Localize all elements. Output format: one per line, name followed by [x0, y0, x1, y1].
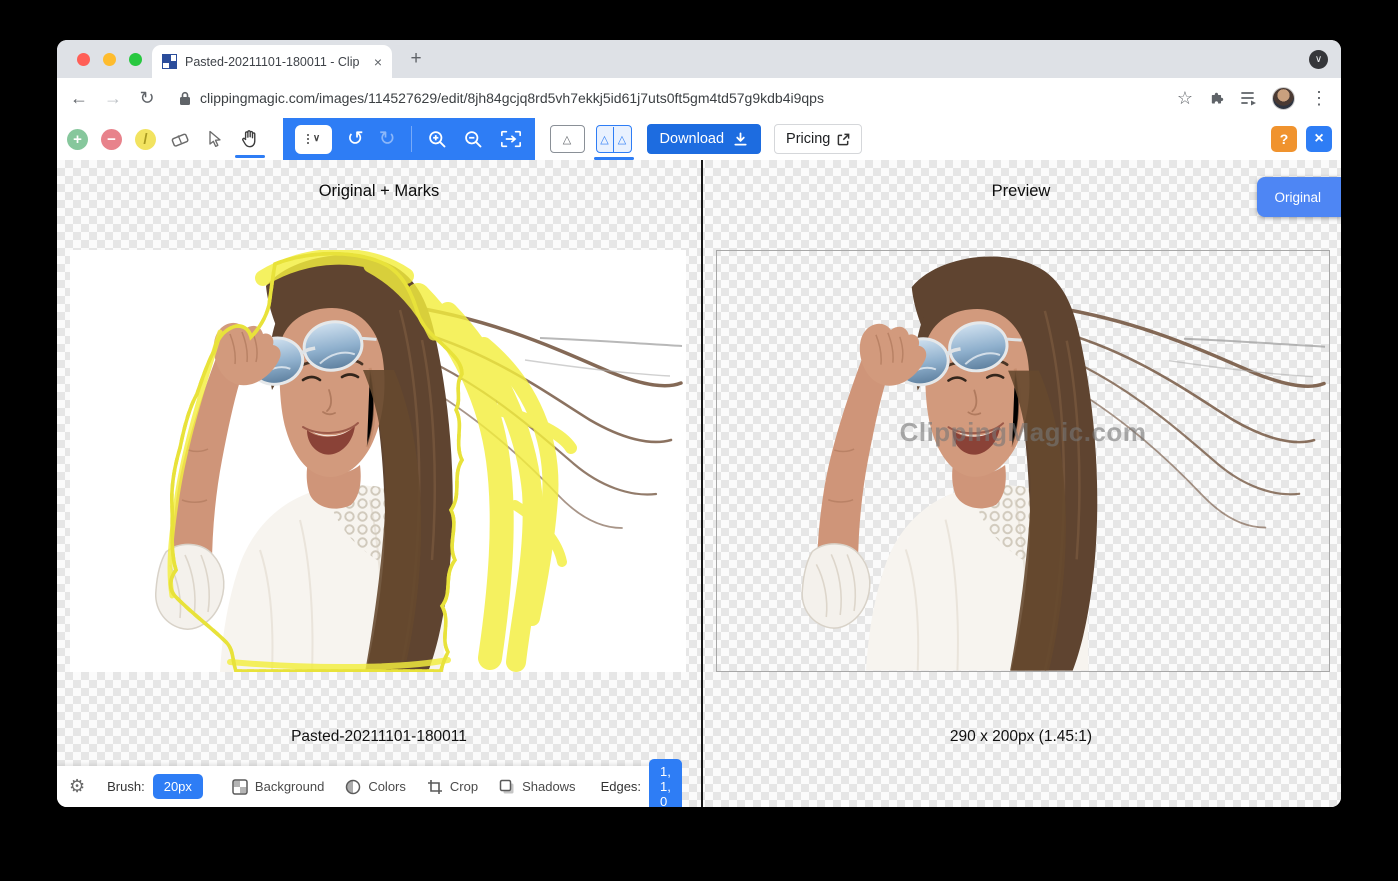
zoom-in-icon[interactable] — [427, 129, 448, 150]
close-editor-button[interactable]: × — [1306, 126, 1332, 152]
editor-toolbar: + − / ∨ ↺ ↻ — [57, 118, 1341, 160]
lock-icon — [179, 91, 191, 106]
extensions-icon[interactable] — [1209, 90, 1226, 107]
background-icon — [232, 779, 248, 795]
original-marks-image[interactable] — [70, 250, 686, 672]
crop-icon — [427, 779, 443, 795]
panel-divider — [701, 160, 703, 807]
bookmark-star-icon[interactable]: ☆ — [1175, 88, 1195, 109]
address-input[interactable]: clippingmagic.com/images/114527629/edit/… — [171, 90, 1161, 106]
split-view-button[interactable]: △△ — [596, 125, 632, 153]
redo-icon: ↻ — [379, 129, 396, 149]
triangle-icon: △ — [597, 127, 614, 152]
remove-tool-icon[interactable]: − — [101, 129, 122, 150]
left-panel-title: Original + Marks — [57, 182, 701, 201]
triangle-icon: △ — [563, 133, 571, 146]
tab-search-chevron-icon[interactable]: ∨ — [1309, 50, 1328, 69]
right-panel-caption: 290 x 200px (1.45:1) — [703, 728, 1339, 746]
zoom-fit-icon[interactable] — [499, 128, 523, 150]
forward-icon: → — [103, 88, 123, 109]
eraser-tool-icon[interactable] — [169, 128, 191, 150]
url-text: clippingmagic.com/images/114527629/edit/… — [200, 90, 824, 106]
new-tab-button[interactable]: + — [404, 47, 428, 71]
colors-button[interactable]: Colors — [345, 779, 406, 795]
help-button[interactable]: ? — [1271, 126, 1297, 152]
triangle-icon: △ — [614, 127, 631, 152]
pricing-label: Pricing — [786, 131, 830, 147]
tab-title: Pasted-20211101-180011 - Clip — [185, 55, 366, 69]
pricing-button[interactable]: Pricing — [774, 124, 862, 154]
toolbar-divider — [411, 126, 412, 152]
clippingmagic-favicon-icon — [162, 54, 177, 69]
download-button[interactable]: Download — [647, 124, 762, 154]
tab-close-icon[interactable]: × — [374, 54, 382, 70]
url-bar: ← → ↻ clippingmagic.com/images/114527629… — [57, 78, 1341, 118]
right-panel-title: Preview — [703, 182, 1339, 201]
edges-button[interactable]: 1, 1, 0 — [649, 759, 682, 807]
preview-image[interactable]: ClippingMagic.com — [716, 250, 1330, 672]
shadows-icon — [499, 779, 515, 795]
options-bar: ⚙ Brush: 20px Background Colors Crop — [57, 766, 667, 807]
pan-hand-tool-icon[interactable] — [239, 128, 261, 150]
shadows-label: Shadows — [522, 779, 575, 794]
chrome-menu-icon[interactable]: ⋮ — [1309, 88, 1329, 109]
colors-icon — [345, 779, 361, 795]
canvas-controls: ∨ ↺ ↻ — [283, 118, 535, 160]
watermark-text: ClippingMagic.com — [717, 417, 1329, 448]
side-panel-icon[interactable] — [1240, 90, 1258, 106]
crop-button[interactable]: Crop — [427, 779, 478, 795]
external-link-icon — [837, 133, 850, 146]
brush-label: Brush: — [107, 779, 145, 794]
reload-icon[interactable]: ↻ — [137, 88, 157, 109]
edges-label: Edges: — [601, 779, 641, 794]
single-view-button[interactable]: △ — [550, 125, 585, 153]
brush-size-button[interactable]: 20px — [153, 774, 203, 799]
hair-tool-icon[interactable]: / — [135, 129, 156, 150]
back-icon[interactable]: ← — [69, 88, 89, 109]
undo-icon[interactable]: ↺ — [347, 129, 364, 149]
shadows-button[interactable]: Shadows — [499, 779, 575, 795]
background-label: Background — [255, 779, 324, 794]
minimize-window-button[interactable] — [103, 53, 116, 66]
cursor-tool-icon[interactable] — [204, 128, 226, 150]
editor-canvas: Original + Marks Preview ClippingMagic.c… — [57, 160, 1341, 807]
marks-visibility-dropdown[interactable]: ∨ — [295, 125, 332, 154]
keep-tool-icon[interactable]: + — [67, 129, 88, 150]
colors-label: Colors — [368, 779, 406, 794]
background-button[interactable]: Background — [232, 779, 324, 795]
original-photo — [70, 250, 686, 672]
profile-avatar[interactable] — [1272, 87, 1295, 110]
tab-strip: Pasted-20211101-180011 - Clip × + ∨ — [57, 40, 1341, 78]
chevron-down-icon: ∨ — [313, 134, 320, 144]
preview-photo — [717, 251, 1329, 671]
browser-window: Pasted-20211101-180011 - Clip × + ∨ ← → … — [57, 40, 1341, 807]
download-icon — [733, 132, 748, 147]
dotted-line-icon — [307, 134, 309, 144]
mark-tools: + − / — [57, 128, 273, 150]
settings-gear-icon[interactable]: ⚙ — [69, 776, 85, 797]
view-mode-buttons: △ △△ — [550, 125, 632, 153]
close-window-button[interactable] — [77, 53, 90, 66]
maximize-window-button[interactable] — [129, 53, 142, 66]
left-panel-caption: Pasted-20211101-180011 — [57, 728, 701, 746]
browser-tab[interactable]: Pasted-20211101-180011 - Clip × — [152, 45, 392, 78]
zoom-out-icon[interactable] — [463, 129, 484, 150]
help-close-group: ? × — [1271, 126, 1332, 152]
show-original-button[interactable]: Original — [1257, 177, 1341, 217]
crop-label: Crop — [450, 779, 478, 794]
download-label: Download — [660, 131, 725, 147]
traffic-lights — [77, 53, 142, 66]
